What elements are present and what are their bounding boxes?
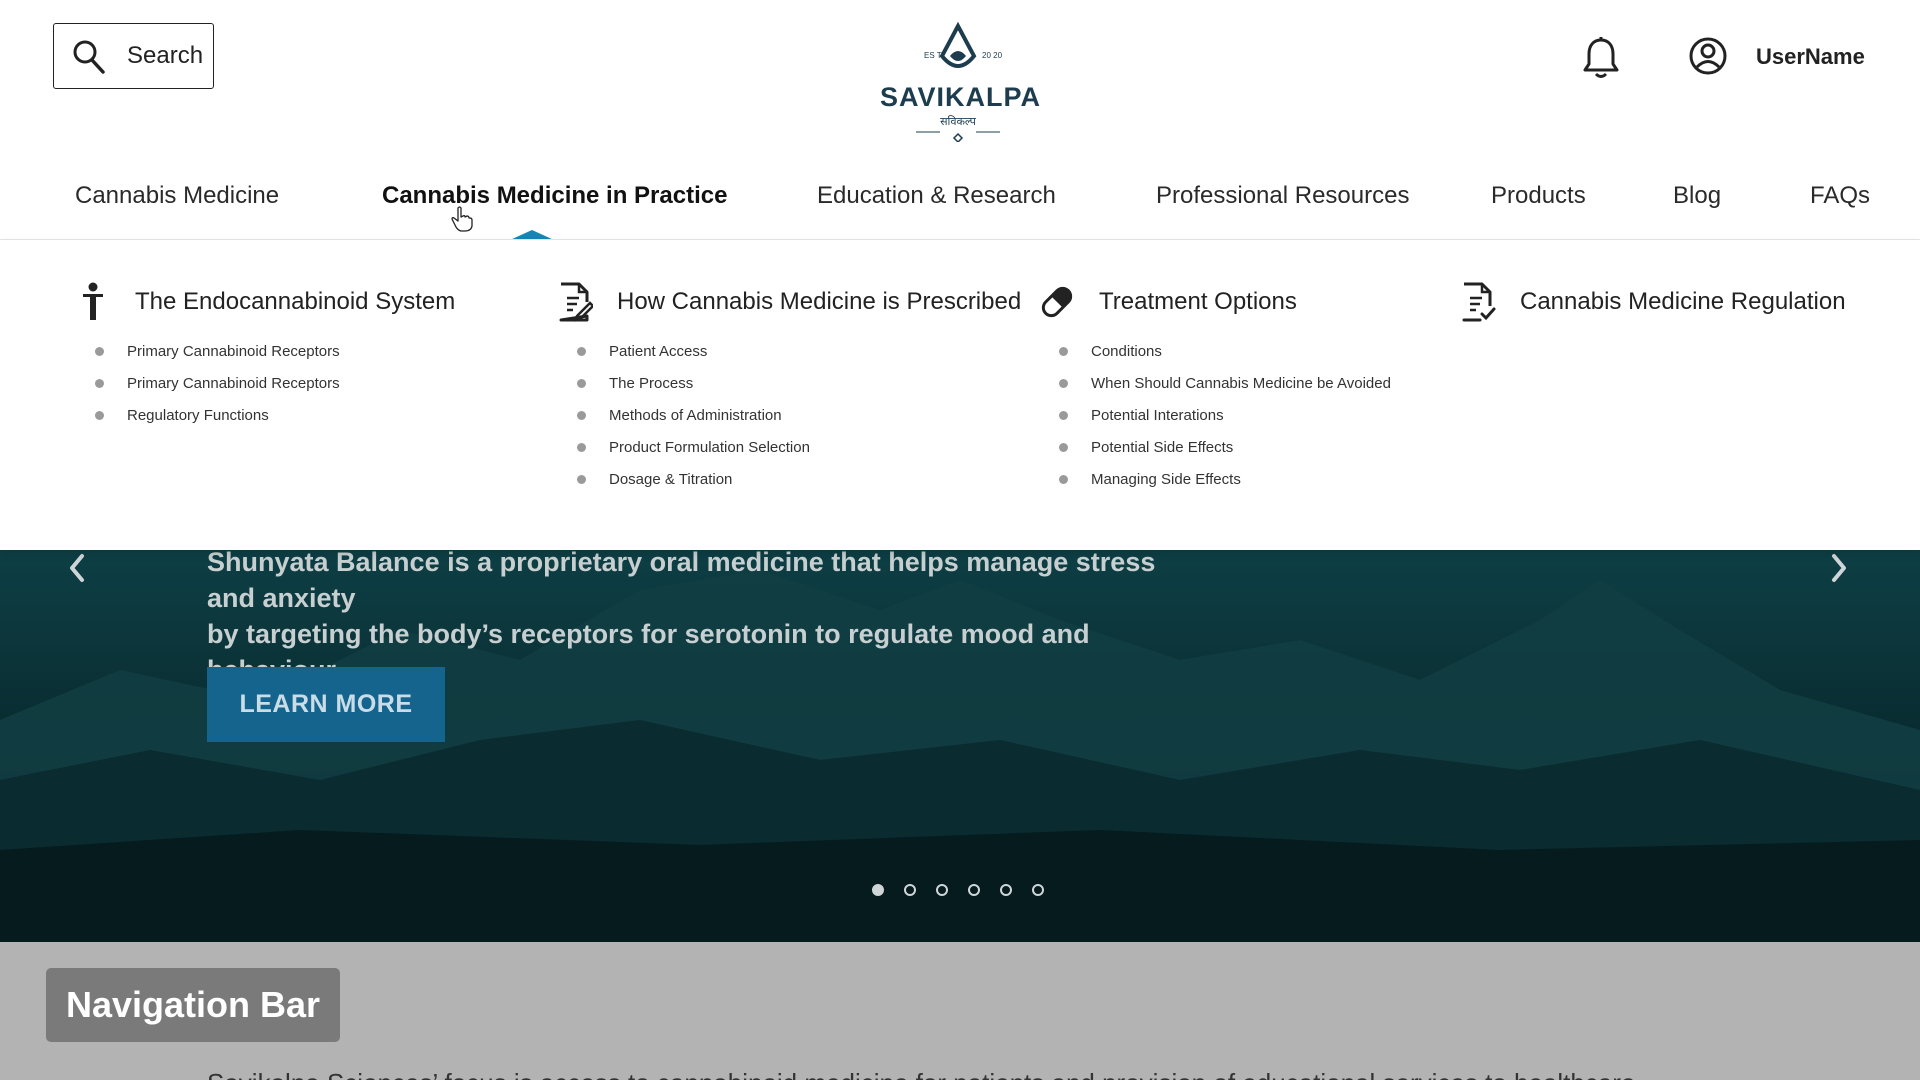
carousel-next-arrow-icon[interactable] xyxy=(1818,550,1858,586)
carousel-prev-arrow-icon[interactable] xyxy=(58,550,98,586)
about-section: Navigation Bar Savikalpa Sciences’ focus… xyxy=(0,942,1920,1080)
menu-heading-regulation[interactable]: Cannabis Medicine Regulation xyxy=(1460,282,1846,322)
nav-item-cannabis-medicine-in-practice[interactable]: Cannabis Medicine in Practice xyxy=(382,182,727,210)
menu-heading-how-prescribed[interactable]: How Cannabis Medicine is Prescribed xyxy=(557,282,1021,322)
nav-item-education-research[interactable]: Education & Research xyxy=(817,182,1056,210)
logo-wordmark: SAVIKALPA xyxy=(880,82,1042,112)
document-pen-icon xyxy=(559,282,593,322)
bullet-dot xyxy=(1059,443,1068,452)
hero-carousel: Shunyata Balance is a proprietary oral m… xyxy=(0,550,1920,942)
bullet-dot xyxy=(95,411,104,420)
menu-column-regulation: Cannabis Medicine Regulation xyxy=(1460,282,1846,322)
nav-item-cannabis-medicine[interactable]: Cannabis Medicine xyxy=(75,182,279,210)
mega-menu-dropdown: The Endocannabinoid System Primary Canna… xyxy=(0,240,1920,550)
menu-heading-endocannabinoid-system[interactable]: The Endocannabinoid System xyxy=(75,282,455,322)
bullet-dot xyxy=(577,379,586,388)
document-check-icon xyxy=(1462,282,1496,322)
search-label: Search xyxy=(127,42,204,69)
notification-bell-icon[interactable] xyxy=(1580,36,1622,80)
menu-column-title: Treatment Options xyxy=(1099,288,1297,315)
carousel-pagination xyxy=(872,884,1064,896)
menu-link[interactable]: Primary Cannabinoid Receptors xyxy=(95,336,455,368)
search-icon xyxy=(73,40,105,74)
bullet-dot xyxy=(1059,379,1068,388)
logo-subtitle: सविकल्प xyxy=(940,116,976,128)
nav-item-professional-resources[interactable]: Professional Resources xyxy=(1156,182,1409,210)
carousel-dot[interactable] xyxy=(1032,884,1044,896)
carousel-dot[interactable] xyxy=(904,884,916,896)
menu-link[interactable]: Potential Side Effects xyxy=(1059,432,1391,464)
person-icon xyxy=(83,282,103,320)
bullet-dot xyxy=(1059,475,1068,484)
carousel-dot[interactable] xyxy=(936,884,948,896)
pill-icon xyxy=(1041,286,1073,318)
nav-item-products[interactable]: Products xyxy=(1491,182,1586,210)
annotation-tag: Navigation Bar xyxy=(46,968,340,1042)
main-navigation: Cannabis Medicine Cannabis Medicine in P… xyxy=(0,170,1920,240)
menu-column-title: The Endocannabinoid System xyxy=(135,288,456,315)
menu-link-list: Primary Cannabinoid Receptors Primary Ca… xyxy=(75,336,455,432)
bullet-dot xyxy=(577,443,586,452)
bullet-dot xyxy=(577,411,586,420)
menu-link[interactable]: The Process xyxy=(577,368,1021,400)
bullet-dot xyxy=(577,475,586,484)
menu-link[interactable]: Regulatory Functions xyxy=(95,400,455,432)
menu-link[interactable]: Product Formulation Selection xyxy=(577,432,1021,464)
carousel-dot[interactable] xyxy=(1000,884,1012,896)
menu-column-title: Cannabis Medicine Regulation xyxy=(1520,288,1846,315)
menu-link[interactable]: Methods of Administration xyxy=(577,400,1021,432)
menu-column-how-prescribed: How Cannabis Medicine is Prescribed Pati… xyxy=(557,282,1021,496)
carousel-dot[interactable] xyxy=(968,884,980,896)
menu-link[interactable]: Potential Interations xyxy=(1059,400,1391,432)
menu-column-treatment-options: Treatment Options Conditions When Should… xyxy=(1039,282,1391,496)
nav-item-faqs[interactable]: FAQs xyxy=(1810,182,1870,210)
bullet-dot xyxy=(1059,411,1068,420)
menu-link[interactable]: When Should Cannabis Medicine be Avoided xyxy=(1059,368,1391,400)
hero-text-line: Shunyata Balance is a proprietary oral m… xyxy=(207,550,1156,613)
nav-item-blog[interactable]: Blog xyxy=(1673,182,1721,210)
menu-column-title: How Cannabis Medicine is Prescribed xyxy=(617,288,1022,315)
hand-pointer-cursor-icon xyxy=(451,206,473,232)
menu-link[interactable]: Managing Side Effects xyxy=(1059,464,1391,496)
site-header: Search ES T. 20 20 SAVIKALPA सविकल्प Use… xyxy=(0,0,1920,150)
menu-link[interactable]: Conditions xyxy=(1059,336,1391,368)
username-label[interactable]: UserName xyxy=(1756,44,1865,70)
menu-link-list: Patient Access The Process Methods of Ad… xyxy=(557,336,1021,496)
bullet-dot xyxy=(1059,347,1068,356)
user-avatar-icon[interactable] xyxy=(1688,36,1728,76)
search-box[interactable]: Search xyxy=(53,23,214,89)
savikalpa-logo[interactable]: ES T. 20 20 SAVIKALPA सविकल्प xyxy=(880,22,1042,144)
menu-link[interactable]: Primary Cannabinoid Receptors xyxy=(95,368,455,400)
carousel-dot[interactable] xyxy=(872,884,884,896)
svg-text:20 20: 20 20 xyxy=(982,51,1003,60)
logo-diamond-icon xyxy=(916,131,1000,142)
menu-link[interactable]: Patient Access xyxy=(577,336,1021,368)
menu-link[interactable]: Dosage & Titration xyxy=(577,464,1021,496)
menu-link-list: Conditions When Should Cannabis Medicine… xyxy=(1039,336,1391,496)
menu-heading-treatment-options[interactable]: Treatment Options xyxy=(1039,282,1391,322)
svg-text:ES T.: ES T. xyxy=(924,51,943,60)
menu-column-endocannabinoid-system: The Endocannabinoid System Primary Canna… xyxy=(75,282,455,432)
bullet-dot xyxy=(95,347,104,356)
logo-emblem-icon: ES T. 20 20 xyxy=(924,22,1003,68)
about-text: Savikalpa Sciences’ focus is access to c… xyxy=(207,1068,1907,1080)
bullet-dot xyxy=(577,347,586,356)
learn-more-button[interactable]: LEARN MORE xyxy=(207,667,445,742)
bullet-dot xyxy=(95,379,104,388)
